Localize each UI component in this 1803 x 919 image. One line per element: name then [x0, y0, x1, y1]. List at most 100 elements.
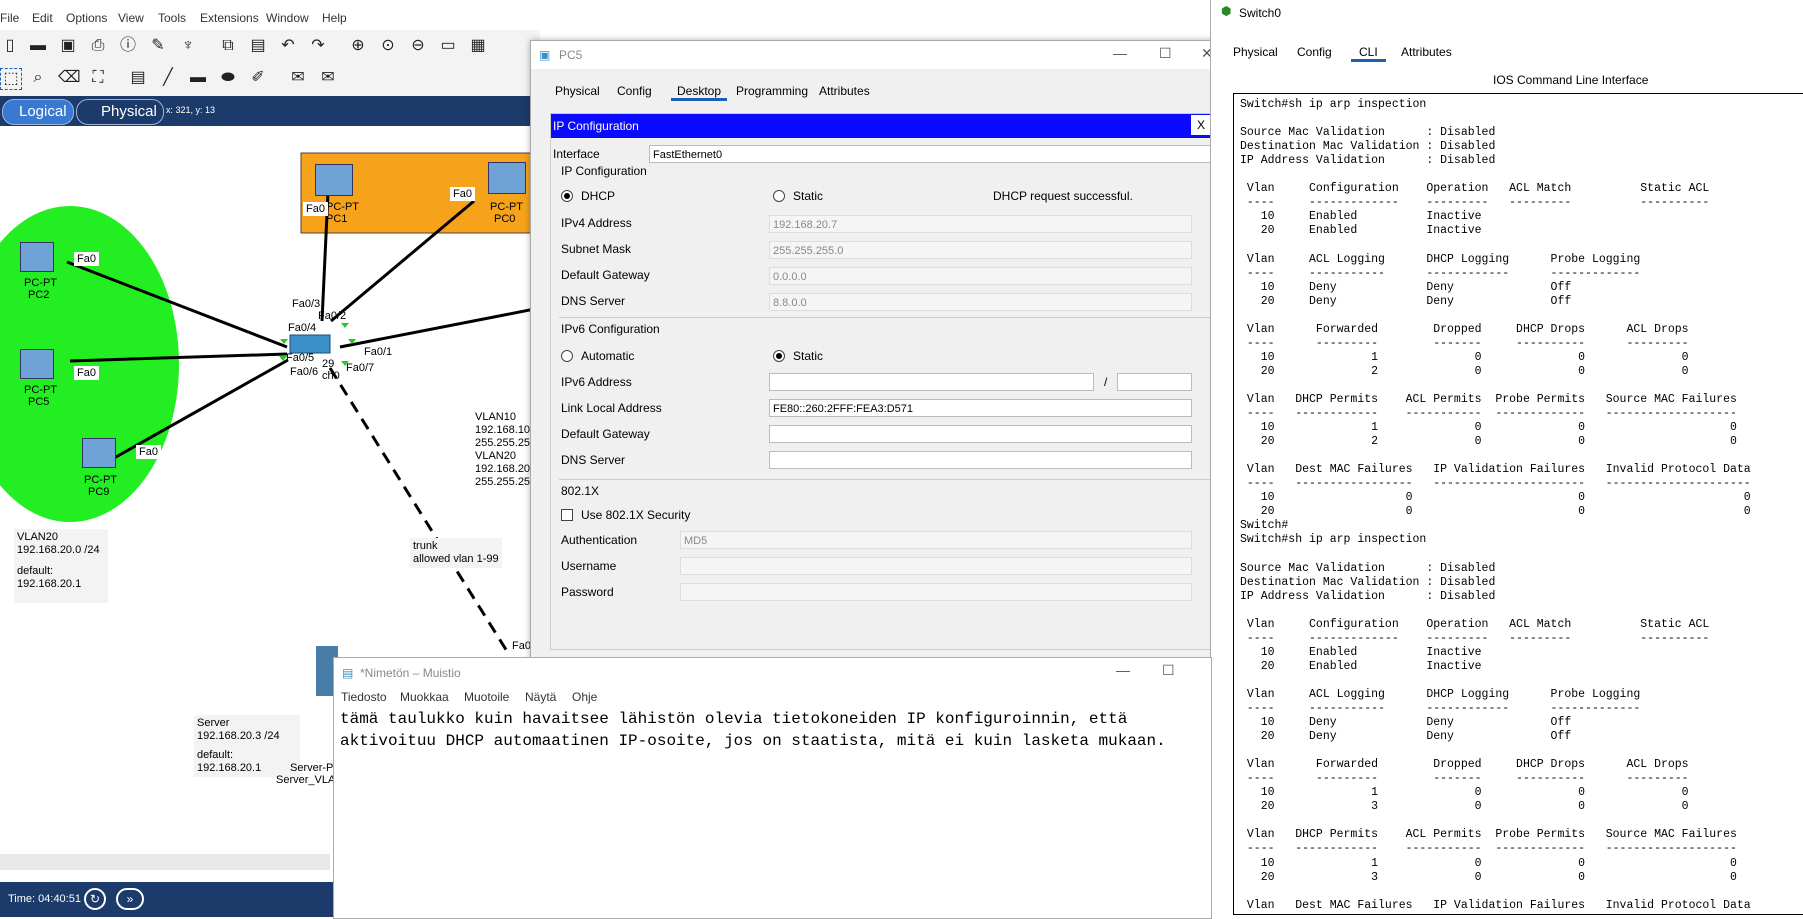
pc9-icon[interactable] — [82, 438, 116, 468]
ip-config-panel: IP Configuration X Interface FastEtherne… — [550, 113, 1216, 650]
menu-options[interactable]: Options — [66, 11, 107, 25]
trunk-note: trunk allowed vlan 1-99 — [410, 538, 502, 568]
save-icon[interactable]: ▣ — [58, 36, 78, 56]
network-info-icon[interactable]: ♆ — [178, 36, 198, 56]
ipv6-address-field[interactable] — [769, 373, 1094, 391]
zoom-in-icon[interactable]: ⊕ — [348, 36, 368, 56]
new-file-icon[interactable]: ▯ — [0, 36, 20, 56]
subnet-mask-field[interactable]: 255.255.255.0 — [769, 241, 1192, 259]
menu-tools[interactable]: Tools — [158, 11, 186, 25]
line-icon[interactable]: ╱ — [158, 68, 178, 88]
freeform-icon[interactable]: ✐ — [248, 68, 268, 88]
maximize-icon[interactable]: ☐ — [1159, 45, 1172, 62]
tab-config[interactable]: Config — [617, 84, 652, 98]
reset-time-icon[interactable]: ↻ — [84, 888, 106, 910]
paste-icon[interactable]: ▤ — [248, 36, 268, 56]
dhcp-radio[interactable] — [561, 190, 573, 202]
menu-ohje[interactable]: Ohje — [572, 690, 597, 704]
view-mode-bar: Logical Physical x: 321, y: 13 — [0, 96, 540, 126]
inspect-icon[interactable]: ⌕ — [28, 68, 48, 88]
minimize-icon[interactable]: — — [1113, 45, 1127, 61]
port-label: Fa0/5 — [286, 352, 315, 364]
password-field[interactable] — [680, 583, 1192, 601]
pc2-icon[interactable] — [20, 242, 54, 272]
note-line: 192.168.20 — [475, 463, 531, 475]
note-line: 255.255.25 — [475, 476, 531, 488]
menu-file[interactable]: File — [0, 11, 19, 25]
redo-icon[interactable]: ↷ — [308, 36, 328, 56]
port-label: Fa0 — [303, 202, 328, 216]
notepad-text-area[interactable]: tämä taulukko kuin havaitsee lähistön ol… — [340, 708, 1166, 752]
tab-programming[interactable]: Programming — [736, 84, 808, 98]
pdu-icon[interactable]: ✉ — [288, 68, 308, 88]
open-folder-icon[interactable]: ▬ — [28, 36, 48, 56]
tab-cli[interactable]: CLI — [1351, 45, 1386, 62]
switch0-device[interactable] — [289, 334, 331, 354]
menu-view[interactable]: View — [118, 11, 144, 25]
ipv6-prefix-field[interactable] — [1117, 373, 1192, 391]
zoom-reset-icon[interactable]: ⊙ — [378, 36, 398, 56]
minimize-icon[interactable]: — — [1116, 662, 1130, 678]
window-icon[interactable]: ▭ — [438, 36, 458, 56]
pc5-icon[interactable] — [20, 349, 54, 379]
menu-window[interactable]: Window — [266, 11, 309, 25]
zoom-out-icon[interactable]: ⊖ — [408, 36, 428, 56]
tab-physical[interactable]: Physical — [1233, 45, 1278, 59]
menu-edit[interactable]: Edit — [32, 11, 53, 25]
tab-physical[interactable]: Physical — [555, 84, 600, 98]
cursor-coords: x: 321, y: 13 — [166, 105, 216, 115]
static-radio[interactable] — [773, 190, 785, 202]
notepad-icon: ▤ — [342, 666, 354, 680]
server-note: Server 192.168.20.3 /24 default: 192.168… — [194, 715, 300, 777]
complex-pdu-icon[interactable]: ✉ — [318, 68, 338, 88]
link-local-field[interactable]: FE80::260:2FFF:FEA3:D571 — [769, 399, 1192, 417]
tab-desktop[interactable]: Desktop — [671, 84, 728, 101]
default-gateway-field[interactable]: 0.0.0.0 — [769, 267, 1192, 285]
cli-terminal[interactable]: Switch#sh ip arp inspection Source Mac V… — [1233, 93, 1803, 915]
note-line: 192.168.20.3 /24 — [197, 730, 280, 742]
ellipse-icon[interactable]: ⬬ — [218, 68, 238, 88]
dns-server-field[interactable]: 8.8.0.0 — [769, 293, 1192, 311]
select-icon[interactable]: ⬚ — [0, 68, 22, 90]
tab-attributes[interactable]: Attributes — [1401, 45, 1452, 59]
undo-icon[interactable]: ↶ — [278, 36, 298, 56]
menu-muokkaa[interactable]: Muokkaa — [400, 690, 449, 704]
menu-help[interactable]: Help — [322, 11, 347, 25]
menu-muotoile[interactable]: Muotoile — [464, 690, 509, 704]
dot1x-checkbox[interactable] — [561, 509, 573, 521]
menu-nayta[interactable]: Näytä — [525, 690, 556, 704]
fast-forward-icon[interactable]: » — [116, 888, 144, 910]
note-line: VLAN20 — [475, 450, 516, 462]
menu-tiedosto[interactable]: Tiedosto — [341, 690, 387, 704]
static6-radio[interactable] — [773, 350, 785, 362]
ipv6-gateway-field[interactable] — [769, 425, 1192, 443]
authentication-select[interactable]: MD5 — [680, 531, 1192, 549]
physical-view-button[interactable]: Physical — [76, 99, 164, 125]
dhcp-label: DHCP — [581, 189, 616, 203]
note-icon[interactable]: ▤ — [128, 68, 148, 88]
wizard-icon[interactable]: ✎ — [148, 36, 168, 56]
pc0-icon[interactable] — [488, 162, 526, 194]
menu-extensions[interactable]: Extensions — [200, 11, 259, 25]
ipv4-address-field[interactable]: 192.168.20.7 — [769, 215, 1192, 233]
palette-icon[interactable]: ▦ — [468, 36, 488, 56]
tab-attributes[interactable]: Attributes — [819, 84, 870, 98]
vlan-note: VLAN10 192.168.10 255.255.25 VLAN20 192.… — [472, 409, 534, 491]
interface-select[interactable]: FastEthernet0 — [649, 145, 1215, 163]
logical-view-button[interactable]: Logical — [2, 99, 74, 125]
copy-icon[interactable]: ⧉ — [218, 36, 238, 56]
print-icon[interactable]: ⎙ — [88, 36, 108, 56]
horizontal-scrollbar[interactable] — [0, 854, 330, 870]
ipv6-dns-field[interactable] — [769, 451, 1192, 469]
rectangle-icon[interactable]: ▬ — [188, 68, 208, 88]
info-icon[interactable]: ⓘ — [118, 36, 138, 56]
maximize-icon[interactable]: ☐ — [1162, 662, 1175, 679]
tab-config[interactable]: Config — [1297, 45, 1332, 59]
note-line: 255.255.25 — [475, 437, 531, 449]
pc1-icon[interactable] — [315, 164, 353, 196]
close-ip-config-button[interactable]: X — [1191, 115, 1211, 135]
automatic-radio[interactable] — [561, 350, 573, 362]
username-field[interactable] — [680, 557, 1192, 575]
delete-icon[interactable]: ⌫ — [58, 68, 81, 88]
resize-icon[interactable]: ⛶ — [88, 68, 108, 88]
